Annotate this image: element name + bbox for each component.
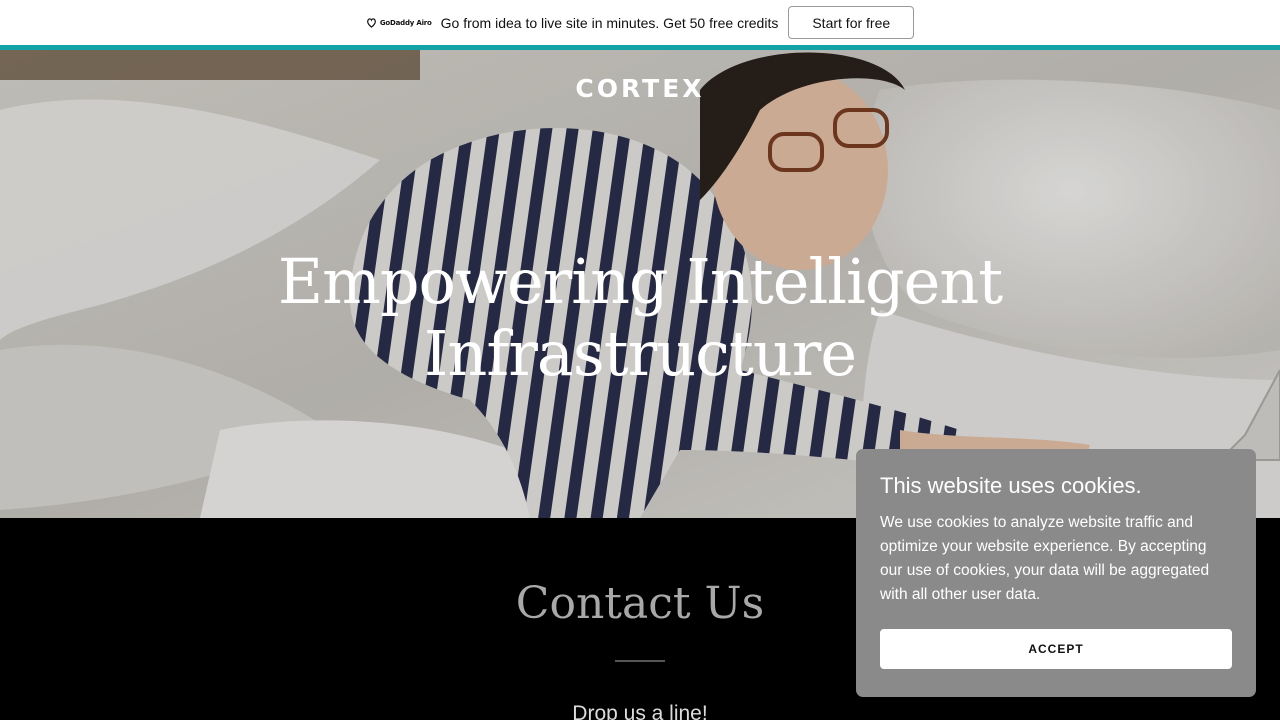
start-for-free-button[interactable]: Start for free bbox=[788, 6, 915, 39]
hero-section: CORTEX Empowering Intelligent Infrastruc… bbox=[0, 50, 1280, 518]
godaddy-logo-icon bbox=[366, 18, 376, 28]
promo-message: Go from idea to live site in minutes. Ge… bbox=[440, 14, 779, 31]
promo-logo-text: GoDaddy Airo bbox=[379, 18, 432, 27]
godaddy-airo-logo[interactable]: GoDaddy Airo bbox=[366, 17, 432, 28]
cookie-banner-body: We use cookies to analyze website traffi… bbox=[880, 514, 1210, 603]
hero-headline: Empowering Intelligent Infrastructure bbox=[277, 245, 1003, 390]
accept-cookies-button[interactable]: ACCEPT bbox=[880, 629, 1232, 669]
contact-subtitle: Drop us a line! bbox=[572, 702, 708, 720]
cookie-banner-title: This website uses cookies. bbox=[880, 473, 1142, 498]
cookie-banner: This website uses cookies. We use cookie… bbox=[856, 449, 1256, 697]
site-logo[interactable]: CORTEX bbox=[0, 74, 1280, 103]
section-divider bbox=[615, 660, 665, 662]
promo-bar: GoDaddy Airo Go from idea to live site i… bbox=[0, 0, 1280, 45]
